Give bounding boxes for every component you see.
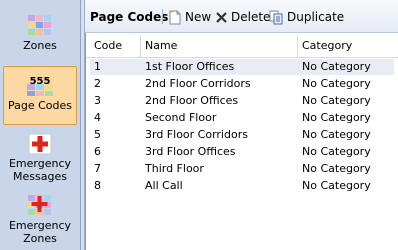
cell-category: No Category [302, 179, 371, 192]
cell-name: 3rd Floor Offices [145, 145, 236, 158]
cell-name: Third Floor [145, 162, 204, 175]
page-title: Page Codes [90, 10, 169, 24]
cell-category: No Category [302, 60, 371, 73]
cell-name: 3rd Floor Corridors [145, 128, 248, 141]
cell-code: 7 [94, 162, 101, 175]
nav-item-zones[interactable]: Zones [3, 11, 77, 61]
zones-icon [28, 15, 51, 35]
table-row[interactable]: 8 All Call No Category [90, 178, 394, 194]
nav-item-emergency-zones[interactable]: Emergency Zones [3, 190, 77, 246]
cell-code: 1 [94, 60, 101, 73]
page-codes-icon: 555 [27, 76, 53, 96]
cell-name: Second Floor [145, 111, 217, 124]
toolbar-separator [162, 9, 163, 24]
cell-code: 5 [94, 128, 101, 141]
table-row[interactable]: 1 1st Floor Offices No Category [90, 59, 394, 75]
cell-category: No Category [302, 94, 371, 107]
column-header-category[interactable]: Category [298, 35, 398, 57]
delete-x-icon [216, 11, 227, 23]
cell-code: 3 [94, 94, 101, 107]
duplicate-button[interactable]: Duplicate [269, 8, 344, 26]
table-row[interactable]: 5 3rd Floor Corridors No Category [90, 127, 394, 143]
page-codes-table: Code Name Category 1 1st Floor Offices N… [85, 33, 398, 250]
delete-button-label: Delete [231, 10, 271, 24]
column-header-code[interactable]: Code [90, 35, 141, 57]
table-row[interactable]: 4 Second Floor No Category [90, 110, 394, 126]
cell-category: No Category [302, 128, 371, 141]
nav-label-emergency-zones: Emergency Zones [8, 219, 72, 245]
new-button[interactable]: New [168, 8, 211, 26]
cell-code: 6 [94, 145, 101, 158]
emergency-zones-icon [28, 195, 51, 215]
cell-name: All Call [145, 179, 183, 192]
cell-code: 8 [94, 179, 101, 192]
cell-name: 1st Floor Offices [145, 60, 235, 73]
cell-category: No Category [302, 145, 371, 158]
new-document-icon [169, 10, 181, 24]
table-row[interactable]: 7 Third Floor No Category [90, 161, 394, 177]
cell-category: No Category [302, 111, 371, 124]
nav-label-emergency-messages: Emergency Messages [8, 157, 72, 183]
nav-label-zones: Zones [23, 39, 57, 52]
page-codes-badge: 555 [30, 76, 51, 87]
column-header-name[interactable]: Name [141, 35, 298, 57]
table-row[interactable]: 3 2nd Floor Offices No Category [90, 93, 394, 109]
nav-item-emergency-messages[interactable]: Emergency Messages [3, 133, 77, 185]
duplicate-button-label: Duplicate [287, 10, 345, 24]
navigation-pane: Zones 555 Page Codes EmergencyMessages [0, 0, 81, 250]
cell-category: No Category [302, 77, 371, 90]
emergency-messages-icon [28, 133, 52, 155]
table-row[interactable]: 2 2nd Floor Corridors No Category [90, 76, 394, 92]
table-row[interactable]: 6 3rd Floor Offices No Category [90, 144, 394, 160]
cell-name: 2nd Floor Offices [145, 94, 239, 107]
toolbar: Page Codes New Delete Duplicate [85, 0, 398, 33]
duplicate-icon [269, 10, 283, 24]
nav-label-page-codes: Page Codes [7, 99, 73, 112]
new-button-label: New [185, 10, 212, 24]
table-header: Code Name Category [86, 35, 398, 58]
cell-category: No Category [302, 162, 371, 175]
cell-name: 2nd Floor Corridors [145, 77, 251, 90]
delete-button[interactable]: Delete [215, 8, 270, 26]
cell-code: 4 [94, 111, 101, 124]
nav-item-page-codes[interactable]: 555 Page Codes [3, 66, 77, 125]
cell-code: 2 [94, 77, 101, 90]
